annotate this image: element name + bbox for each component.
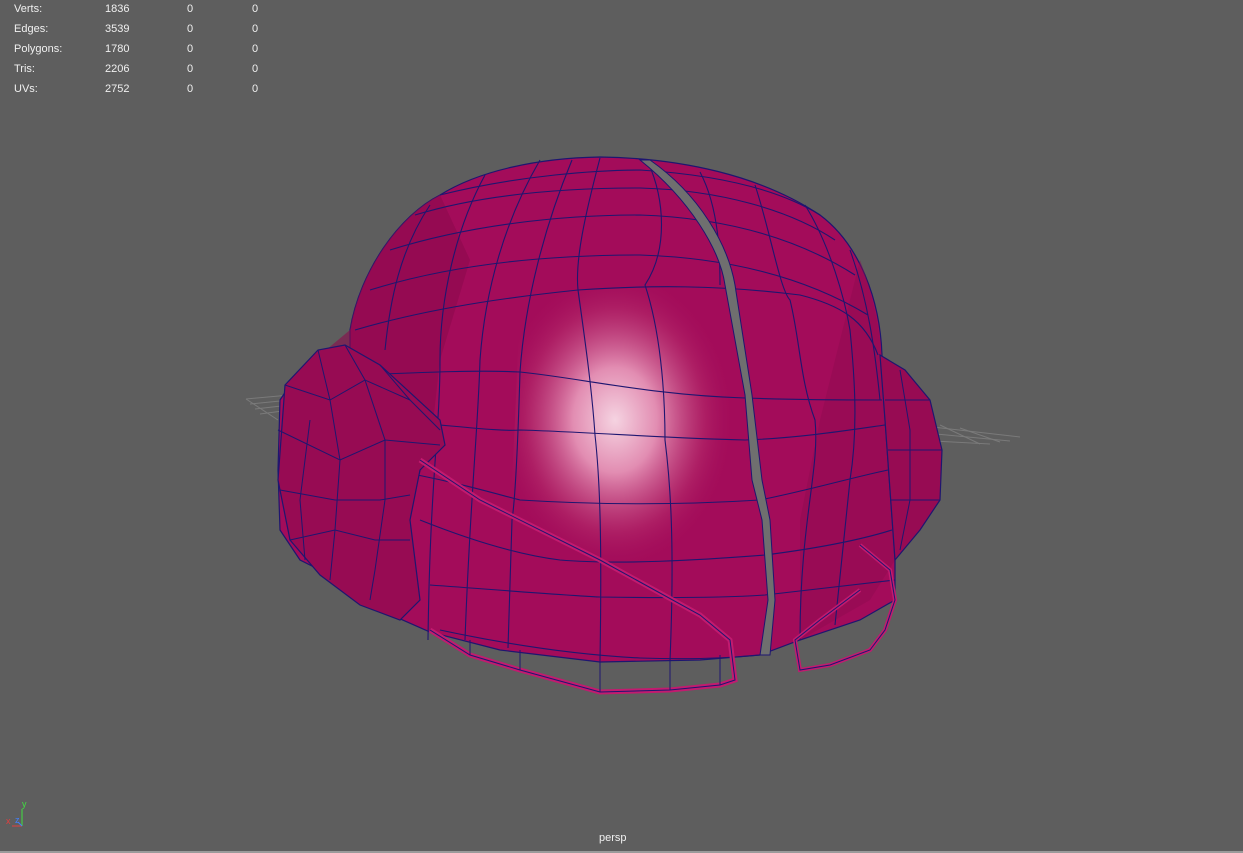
viewport-persp[interactable]: Verts: 1836 0 0 Edges: 3539 0 0 Polygons…: [0, 0, 1243, 853]
camera-name-label: persp: [599, 832, 627, 844]
axis-x-label: x: [6, 816, 11, 826]
axis-gizmo: y x z: [6, 800, 38, 830]
axis-z-label: z: [15, 815, 20, 825]
helmet-mesh[interactable]: [0, 0, 1243, 853]
axis-y-label: y: [22, 799, 27, 809]
